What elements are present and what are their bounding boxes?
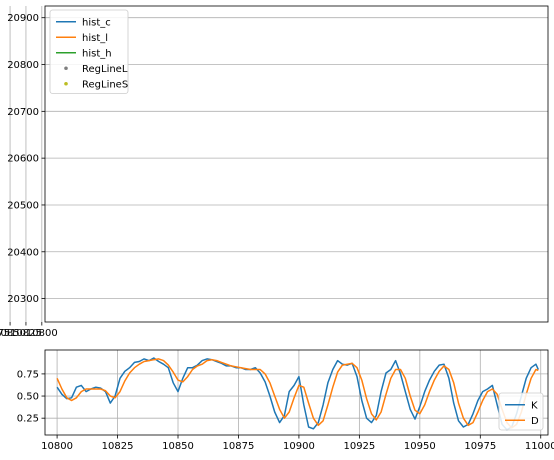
y-tick-label: 0.50 — [17, 392, 39, 403]
y-tick-label: 20600 — [7, 154, 39, 165]
y-tick-label: 20500 — [7, 200, 39, 211]
x-tick-label: 10800 — [41, 441, 73, 452]
legend-label: hist_h — [82, 48, 112, 59]
legend: KD — [498, 392, 544, 431]
series-line-D — [56, 358, 539, 429]
legend-label: K — [531, 400, 538, 411]
x-tick-label: 10875 — [0, 328, 10, 339]
y-tick-label: 20800 — [7, 60, 39, 71]
x-tick-label: 10825 — [102, 441, 134, 452]
x-tick-label: 10950 — [404, 441, 436, 452]
price-panel: 1080010825108501087510900109251095010975… — [0, 5, 549, 339]
oscillator-panel: 10800 10825 10850 10875 10900 10925 10950 10975… — [17, 349, 554, 452]
x-tick-label: 10975 — [464, 441, 496, 452]
series-group — [56, 357, 539, 431]
y-tick-label: 20700 — [7, 107, 39, 118]
legend-label: D — [531, 416, 539, 427]
legend-label: hist_c — [82, 17, 111, 28]
legend-marker — [64, 66, 68, 71]
x-tick-label: 10875 — [223, 441, 255, 452]
legend-marker — [64, 81, 68, 86]
y-tick-label: 0.75 — [17, 369, 39, 380]
chart-canvas: 10800 10825 10850 10875 10900 10925 10950 10975… — [0, 5, 554, 452]
y-tick-label: 20300 — [7, 294, 39, 305]
legend-label: RegLineS — [82, 79, 128, 90]
series-line-K — [56, 357, 539, 431]
y-tick-label: 0.25 — [17, 414, 39, 425]
x-tick-label: 10900 — [283, 441, 315, 452]
series-line-hist_l — [0, 67, 42, 268]
x-tick-label: 10850 — [162, 441, 194, 452]
legend-label: hist_l — [82, 33, 108, 44]
x-tick-label: 11000 — [525, 441, 554, 452]
y-tick-label: 20400 — [7, 247, 39, 258]
legend: hist_c hist_l hist_h RegLineL RegLineS — [49, 9, 129, 94]
legend-label: RegLineL — [82, 64, 128, 75]
y-tick-label: 20900 — [7, 13, 39, 24]
x-tick-label: 10925 — [343, 441, 375, 452]
